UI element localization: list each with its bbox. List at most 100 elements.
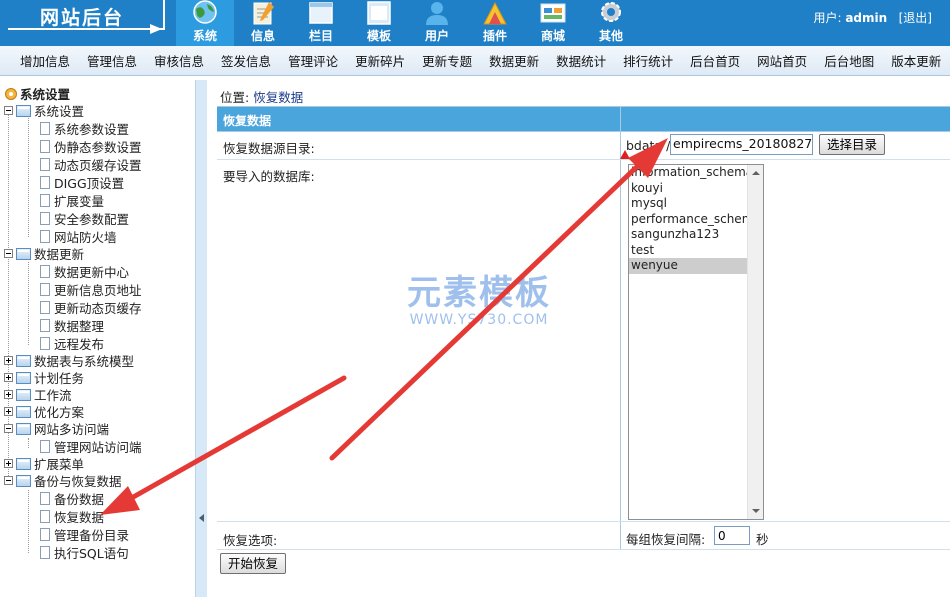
submenu-version-update[interactable]: 版本更新	[891, 51, 941, 70]
logout-link[interactable]: [退出]	[899, 11, 932, 25]
choose-dir-button[interactable]: 选择目录	[819, 134, 886, 155]
submenu-review-info[interactable]: 审核信息	[154, 51, 204, 70]
tree-item-security[interactable]: 安全参数配置	[40, 210, 129, 227]
tree-group-scheduled-tasks[interactable]: 计划任务	[4, 369, 84, 386]
user-icon	[426, 2, 448, 25]
submenu-rank-stats[interactable]: 排行统计	[623, 51, 673, 70]
tree-group-workflow[interactable]: 工作流	[4, 386, 72, 403]
nav-template[interactable]: 模板	[350, 0, 408, 46]
tree-item-update-dyncache[interactable]: 更新动态页缓存	[40, 299, 142, 316]
tree-group-data-update[interactable]: 数据更新	[4, 245, 84, 262]
expand-icon[interactable]	[4, 459, 13, 468]
db-option[interactable]: test	[629, 243, 763, 259]
nav-plugin[interactable]: 插件	[466, 0, 524, 46]
db-option[interactable]: sangunzha123	[629, 227, 763, 243]
db-option[interactable]: kouyi	[629, 181, 763, 197]
page-icon	[40, 510, 50, 523]
source-dir-input[interactable]: empirecms_20180827204	[670, 134, 813, 155]
nav-system-label: 系统	[192, 29, 217, 43]
tree-item-label: 扩展变量	[54, 194, 105, 209]
collapse-icon[interactable]	[4, 476, 13, 485]
nav-system[interactable]: 系统	[176, 0, 234, 46]
tree-group-backup-restore[interactable]: 备份与恢复数据	[4, 472, 122, 489]
scroll-up-icon[interactable]	[752, 171, 760, 175]
tree-item-manage-backup-dir[interactable]: 管理备份目录	[40, 526, 129, 543]
sidebar-tree: 系统设置 系统设置 系统参数设置 伪静态参数设置 动态页缓存设置 DIGG顶设置…	[0, 80, 195, 597]
folder-icon	[16, 371, 31, 384]
tree-item-update-center[interactable]: 数据更新中心	[40, 263, 129, 280]
nav-shop[interactable]: 商城	[524, 0, 582, 46]
watermark-cn: 元素模板	[407, 273, 551, 313]
scroll-down-icon[interactable]	[752, 509, 760, 513]
tree-item-manage-access[interactable]: 管理网站访问端	[40, 438, 142, 455]
db-option[interactable]: performance_schema	[629, 212, 763, 228]
tree-group-tables-models[interactable]: 数据表与系统模型	[4, 352, 134, 369]
submenu-admin-map[interactable]: 后台地图	[824, 51, 874, 70]
tree-item-data-tidy[interactable]: 数据整理	[40, 317, 104, 334]
tree-group-optimization[interactable]: 优化方案	[4, 403, 84, 420]
folder-icon	[16, 104, 31, 117]
submenu-data-stats[interactable]: 数据统计	[556, 51, 606, 70]
expand-icon[interactable]	[4, 356, 13, 365]
collapse-icon[interactable]	[4, 106, 13, 115]
tree-item-system-params[interactable]: 系统参数设置	[40, 120, 129, 137]
tree-item-exec-sql[interactable]: 执行SQL语句	[40, 544, 129, 561]
db-option[interactable]: information_schema	[629, 165, 763, 181]
submenu-sign-info[interactable]: 签发信息	[221, 51, 271, 70]
tree-item-label: 动态页缓存设置	[54, 158, 142, 173]
page-icon	[40, 194, 50, 207]
tree-group-multi-access[interactable]: 网站多访问端	[4, 420, 109, 437]
tree-group-ext-menu[interactable]: 扩展菜单	[4, 455, 84, 472]
tree-group-label: 系统设置	[34, 104, 85, 119]
submenu-site-home[interactable]: 网站首页	[757, 51, 807, 70]
db-option-selected[interactable]: wenyue	[629, 258, 763, 274]
tree-item-backup-data[interactable]: 备份数据	[40, 490, 104, 507]
tree-item-restore-data[interactable]: 恢复数据	[40, 508, 104, 525]
tree-item-digg[interactable]: DIGG顶设置	[40, 174, 124, 191]
tree-item-pseudo-static[interactable]: 伪静态参数设置	[40, 138, 142, 155]
page-icon	[40, 140, 50, 153]
submenu-add-info[interactable]: 增加信息	[20, 51, 70, 70]
database-label: 要导入的数据库:	[223, 169, 315, 184]
listbox-scrollbar[interactable]	[747, 165, 763, 519]
submenu-manage-comments[interactable]: 管理评论	[288, 51, 338, 70]
expand-icon[interactable]	[4, 390, 13, 399]
sidebar-splitter[interactable]	[195, 80, 207, 597]
interval-input[interactable]	[714, 526, 750, 545]
database-listbox[interactable]: information_schema kouyi mysql performan…	[628, 164, 764, 520]
tree-item-label: 执行SQL语句	[54, 546, 129, 561]
submenu-admin-home[interactable]: 后台首页	[690, 51, 740, 70]
submenu-update-fragments[interactable]: 更新碎片	[355, 51, 405, 70]
tree-item-remote-publish[interactable]: 远程发布	[40, 335, 104, 352]
expand-icon[interactable]	[4, 407, 13, 416]
tree-item-label: 管理备份目录	[54, 528, 130, 543]
nav-info[interactable]: 信息	[234, 0, 292, 46]
start-restore-button[interactable]: 开始恢复	[220, 553, 287, 574]
folder-icon	[16, 405, 31, 418]
submit-row: 开始恢复	[217, 550, 950, 578]
page-icon	[40, 492, 50, 505]
plugin-icon	[483, 1, 507, 25]
tree-item-firewall[interactable]: 网站防火墙	[40, 228, 117, 245]
nav-column[interactable]: 栏目	[292, 0, 350, 46]
tree-group-system-settings[interactable]: 系统设置	[4, 102, 84, 119]
source-dir-label: 恢复数据源目录:	[223, 141, 315, 156]
tree-item-ext-vars[interactable]: 扩展变量	[40, 192, 104, 209]
collapse-icon[interactable]	[4, 424, 13, 433]
collapse-icon[interactable]	[4, 249, 13, 258]
submenu-data-update[interactable]: 数据更新	[489, 51, 539, 70]
nav-user[interactable]: 用户	[408, 0, 466, 46]
nav-other[interactable]: 其他	[582, 0, 640, 46]
interval-controls: 每组恢复间隔: 秒	[626, 522, 946, 550]
tree-item-dynamic-cache[interactable]: 动态页缓存设置	[40, 156, 142, 173]
submenu-manage-info[interactable]: 管理信息	[87, 51, 137, 70]
db-option[interactable]: mysql	[629, 196, 763, 212]
tree-item-update-urls[interactable]: 更新信息页地址	[40, 281, 142, 298]
breadcrumb-link[interactable]: 恢复数据	[253, 90, 303, 105]
database-controls: information_schema kouyi mysql performan…	[626, 160, 946, 522]
collapse-sidebar-icon[interactable]	[199, 514, 204, 522]
expand-icon[interactable]	[4, 373, 13, 382]
submenu-update-topics[interactable]: 更新专题	[422, 51, 472, 70]
breadcrumb-prefix: 位置:	[220, 90, 250, 105]
window-icon	[309, 2, 333, 24]
